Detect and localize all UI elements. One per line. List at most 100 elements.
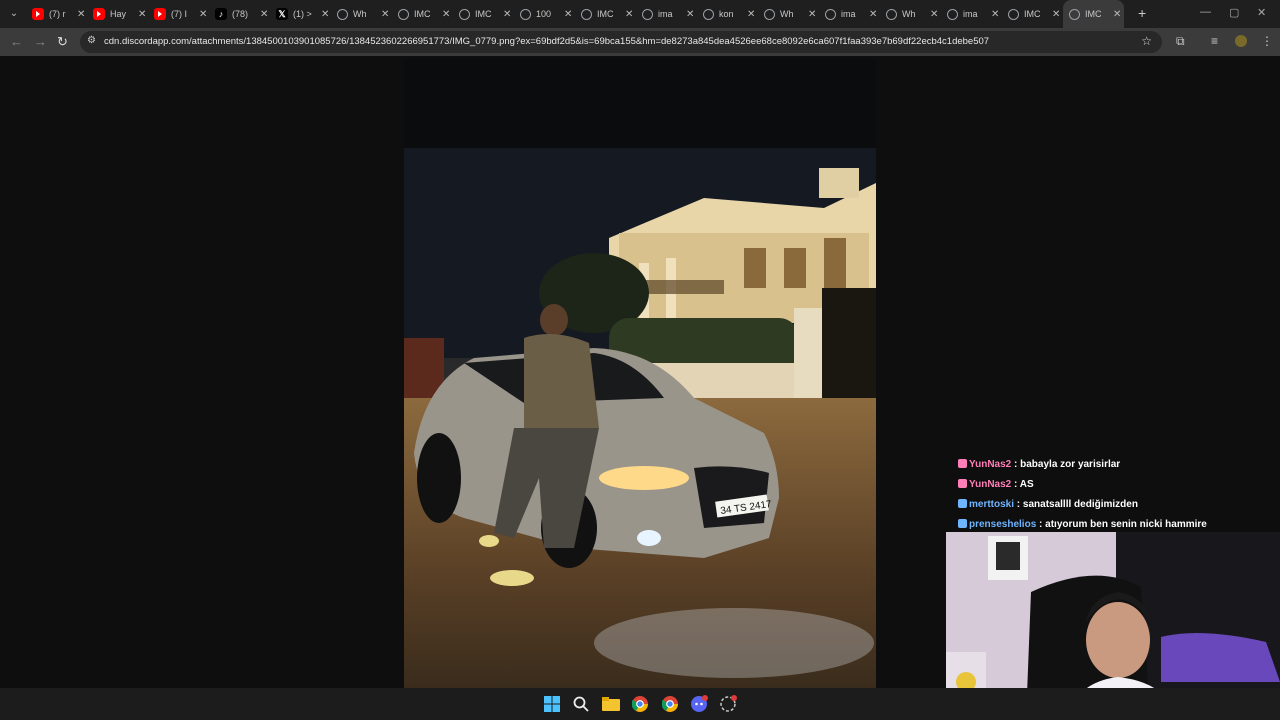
windows-taskbar xyxy=(0,688,1280,720)
tab[interactable]: IMC ✕ xyxy=(392,0,453,28)
x-icon: 𝕏 xyxy=(276,8,288,20)
chat-separator: : xyxy=(1011,479,1020,490)
globe-icon xyxy=(764,8,775,20)
tab[interactable]: IMC ✕ xyxy=(1063,0,1124,28)
globe-icon xyxy=(520,8,531,20)
tab-close-icon[interactable]: ✕ xyxy=(991,9,999,20)
tab-title: 100 xyxy=(536,9,552,19)
maximize-icon[interactable]: ▢ xyxy=(1229,6,1239,19)
tab[interactable]: IMC ✕ xyxy=(575,0,636,28)
tab-title: (7) r xyxy=(49,9,66,19)
globe-icon xyxy=(947,8,958,20)
tab-title: kon xyxy=(719,9,734,19)
new-tab-button[interactable]: + xyxy=(1138,5,1146,21)
tab-title: IMC xyxy=(597,9,614,19)
tab-close-icon[interactable]: ✕ xyxy=(930,9,938,20)
tab[interactable]: Hay ✕ xyxy=(87,0,148,28)
tab-title: ima xyxy=(841,9,856,19)
chat-text: AS xyxy=(1019,479,1034,490)
tab-close-icon[interactable]: ✕ xyxy=(1113,9,1121,20)
profile-avatar[interactable] xyxy=(1235,35,1247,47)
chat-message: YunNas2 : babayla zor yarisirlar xyxy=(958,458,1268,471)
tab-title: IMC xyxy=(475,9,492,19)
search-icon[interactable] xyxy=(572,695,590,713)
tab-title: IMC xyxy=(1024,9,1041,19)
globe-icon xyxy=(703,8,714,20)
globe-icon xyxy=(398,8,409,20)
minimize-icon[interactable]: — xyxy=(1200,6,1211,18)
app-icon[interactable] xyxy=(719,695,737,713)
tab[interactable]: ima ✕ xyxy=(819,0,880,28)
tab-close-icon[interactable]: ✕ xyxy=(869,9,877,20)
tab[interactable]: kon ✕ xyxy=(697,0,758,28)
tab-close-icon[interactable]: ✕ xyxy=(260,9,268,20)
chat-separator: : xyxy=(1014,499,1023,510)
tab-close-icon[interactable]: ✕ xyxy=(625,9,633,20)
tab-search-chevron-icon[interactable]: ⌄ xyxy=(6,6,22,22)
tab-title: (7) I xyxy=(171,9,188,19)
tab-close-icon[interactable]: ✕ xyxy=(199,9,207,20)
tab-close-icon[interactable]: ✕ xyxy=(686,9,694,20)
chat-username[interactable]: merttoski xyxy=(969,499,1014,510)
photo-illustration: 34 TS 2417 xyxy=(404,58,876,688)
tab-list: (7) r ✕ Hay ✕ (7) I ✕ ♪ (78) ✕ 𝕏 (1) > ✕ Wh ✕ IMC ✕ IMC ✕… xyxy=(26,0,1124,28)
chat-text: sanatsallll dediğimizden xyxy=(1022,499,1138,510)
chat-text: babayla zor yarisirlar xyxy=(1020,459,1121,470)
tab-title: (78) xyxy=(232,9,249,19)
back-icon[interactable]: ← xyxy=(10,34,23,49)
tab[interactable]: Wh ✕ xyxy=(758,0,819,28)
extensions-icon[interactable]: ⧉ xyxy=(1176,34,1185,49)
tab[interactable]: IMC ✕ xyxy=(453,0,514,28)
tab[interactable]: ima ✕ xyxy=(941,0,1002,28)
chat-username[interactable]: YunNas2 xyxy=(969,479,1011,490)
chat-username[interactable]: prenseshelios xyxy=(969,519,1036,530)
tab[interactable]: Wh ✕ xyxy=(331,0,392,28)
tab[interactable]: (7) I ✕ xyxy=(148,0,209,28)
url-text[interactable]: cdn.discordapp.com/attachments/138450010… xyxy=(104,36,989,47)
close-window-icon[interactable]: ✕ xyxy=(1257,6,1266,19)
globe-icon xyxy=(459,8,470,20)
globe-icon xyxy=(581,8,592,20)
tab[interactable]: IMC ✕ xyxy=(1002,0,1063,28)
displayed-image[interactable]: 34 TS 2417 xyxy=(404,58,876,688)
tab-close-icon[interactable]: ✕ xyxy=(564,9,572,20)
chat-separator: : xyxy=(1036,519,1046,530)
chat-badge-icon xyxy=(958,459,967,468)
globe-icon xyxy=(1008,8,1019,20)
file-explorer-icon[interactable] xyxy=(602,695,620,713)
tab[interactable]: Wh ✕ xyxy=(880,0,941,28)
youtube-icon xyxy=(32,8,44,20)
tab-close-icon[interactable]: ✕ xyxy=(77,9,85,20)
bookmark-star-icon[interactable]: ☆ xyxy=(1141,34,1152,48)
chrome-profile-icon[interactable] xyxy=(661,695,679,713)
tab-close-icon[interactable]: ✕ xyxy=(381,9,389,20)
tab[interactable]: (7) r ✕ xyxy=(26,0,87,28)
media-controls-icon[interactable]: ≡ xyxy=(1211,34,1218,48)
chat-badge-icon xyxy=(958,479,967,488)
tab[interactable]: ima ✕ xyxy=(636,0,697,28)
tab-close-icon[interactable]: ✕ xyxy=(808,9,816,20)
reload-icon[interactable]: ↻ xyxy=(57,34,68,50)
forward-icon[interactable]: → xyxy=(34,34,47,49)
tab-close-icon[interactable]: ✕ xyxy=(442,9,450,20)
tab-close-icon[interactable]: ✕ xyxy=(138,9,146,20)
discord-icon[interactable] xyxy=(690,695,708,713)
tab-title: (1) > xyxy=(293,9,312,19)
windows-start-icon[interactable] xyxy=(543,695,561,713)
tab[interactable]: ♪ (78) ✕ xyxy=(209,0,270,28)
chat-username[interactable]: YunNas2 xyxy=(969,459,1011,470)
tab[interactable]: 𝕏 (1) > ✕ xyxy=(270,0,331,28)
globe-icon xyxy=(642,8,653,20)
menu-kebab-icon[interactable]: ⋮ xyxy=(1261,34,1273,48)
chat-message: YunNas2 : AS xyxy=(958,478,1268,491)
address-bar[interactable]: ⚙ cdn.discordapp.com/attachments/1384500… xyxy=(80,31,1162,53)
chat-text: atıyorum ben senin nicki hammire xyxy=(1045,519,1207,530)
chrome-icon[interactable] xyxy=(631,695,649,713)
tab[interactable]: 100 ✕ xyxy=(514,0,575,28)
tab-close-icon[interactable]: ✕ xyxy=(747,9,755,20)
tab-close-icon[interactable]: ✕ xyxy=(1052,9,1060,20)
tab-title: ima xyxy=(963,9,978,19)
site-info-icon[interactable]: ⚙ xyxy=(87,36,97,46)
tab-close-icon[interactable]: ✕ xyxy=(503,9,511,20)
tab-close-icon[interactable]: ✕ xyxy=(321,9,329,20)
